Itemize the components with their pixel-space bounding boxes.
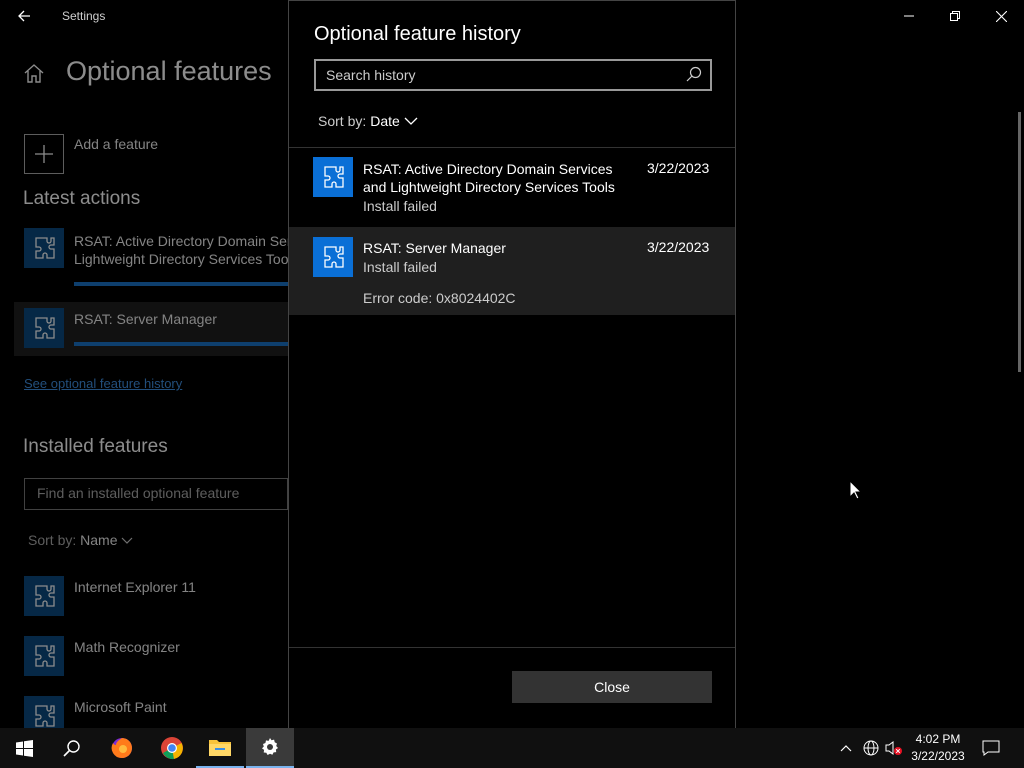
feature-tile [24,636,64,676]
notification-icon [982,740,1000,756]
latest-action-item[interactable]: RSAT: Server Manager [74,310,217,328]
volume-tray-button[interactable] [884,738,904,758]
puzzle-icon [324,166,344,188]
add-feature-label[interactable]: Add a feature [74,136,158,152]
history-item-name: RSAT: Server Manager [363,240,506,256]
history-sort[interactable]: Sort by: Date [318,113,418,129]
history-item-date: 3/22/2023 [647,239,710,255]
puzzle-icon [324,246,344,268]
progress-bar [74,342,288,346]
latest-action-line2: Lightweight Directory Services Tool [74,251,292,267]
sort-label: Sort by: [28,532,77,548]
chevron-down-icon [121,537,133,544]
puzzle-icon [35,317,55,339]
clock-date: 3/22/2023 [911,749,965,763]
latest-action-line1: RSAT: Server Manager [74,311,217,327]
dialog-title: Optional feature history [314,23,521,45]
feature-tile [24,228,64,268]
history-item[interactable]: RSAT: Active Directory Domain Services a… [289,148,735,226]
installed-feature-item[interactable]: Math Recognizer [74,638,180,656]
history-item-status: Install failed [363,259,437,275]
file-explorer-taskbar-button[interactable] [196,728,244,768]
taskbar-clock[interactable]: 4:02 PM 3/22/2023 [902,731,974,765]
puzzle-icon [35,237,55,259]
restore-icon [950,11,960,21]
start-icon [15,739,33,757]
clock-time: 4:02 PM [915,732,961,746]
volume-muted-icon [885,741,902,755]
latest-action-item[interactable]: RSAT: Active Directory Domain Serv Light… [74,232,299,268]
show-hidden-icons-button[interactable] [836,738,856,758]
taskbar: 4:02 PM 3/22/2023 [0,728,1024,768]
progress-bar [74,282,288,286]
restore-button[interactable] [932,0,978,32]
minimize-icon [904,15,914,17]
chevron-down-icon [404,117,418,125]
puzzle-icon [35,705,55,727]
history-item[interactable]: RSAT: Server Manager 3/22/2023 Install f… [289,227,735,315]
latest-action-line1: RSAT: Active Directory Domain Serv [74,233,299,249]
installed-sort[interactable]: Sort by: Name [28,532,133,548]
search-icon[interactable] [685,65,703,83]
chrome-taskbar-button[interactable] [148,728,196,768]
action-center-button[interactable] [981,738,1001,758]
globe-icon [863,740,879,756]
close-window-button[interactable] [978,0,1024,32]
feature-tile [313,237,353,277]
add-feature-button[interactable] [24,134,64,174]
feature-history-dialog: Optional feature history Search history … [288,0,736,728]
feature-history-link[interactable]: See optional feature history [24,376,182,391]
app-title: Settings [62,9,106,23]
settings-icon [262,738,278,755]
search-history-input[interactable]: Search history [314,59,712,91]
latest-actions-heading: Latest actions [23,188,141,209]
divider [289,647,735,648]
start-button[interactable] [0,728,48,768]
close-button[interactable]: Close [512,671,712,703]
file-explorer-icon [209,740,231,756]
search-icon [63,740,80,757]
installed-features-heading: Installed features [23,436,168,457]
taskbar-search-button[interactable] [48,728,96,768]
chrome-icon [161,737,183,760]
sort-label: Sort by: [318,113,367,129]
network-tray-button[interactable] [861,738,881,758]
puzzle-icon [35,645,55,667]
history-item-error: Error code: 0x8024402C [363,290,516,306]
chevron-up-icon [840,745,852,752]
history-item-name: RSAT: Active Directory Domain Services a… [363,161,615,195]
feature-tile [24,308,64,348]
sort-value: Name [80,532,118,548]
plus-icon [35,145,53,163]
settings-taskbar-button[interactable] [246,728,294,768]
feature-tile [313,157,353,197]
back-arrow-icon [18,10,30,22]
home-icon[interactable] [22,62,46,86]
sort-value: Date [370,113,400,129]
firefox-icon [111,738,132,759]
mouse-cursor-icon [849,480,863,500]
feature-tile [24,576,64,616]
back-button[interactable] [8,2,40,30]
installed-feature-item[interactable]: Internet Explorer 11 [74,578,196,596]
close-icon [995,10,1007,22]
minimize-button[interactable] [886,0,932,32]
page-scrollbar[interactable] [1018,112,1021,372]
firefox-taskbar-button[interactable] [98,728,146,768]
installed-feature-item[interactable]: Microsoft Paint [74,698,167,716]
history-item-status: Install failed [363,198,437,214]
find-feature-input[interactable]: Find an installed optional feature [24,478,288,510]
page-title: Optional features [66,56,272,86]
puzzle-icon [35,585,55,607]
history-item-date: 3/22/2023 [647,160,710,176]
